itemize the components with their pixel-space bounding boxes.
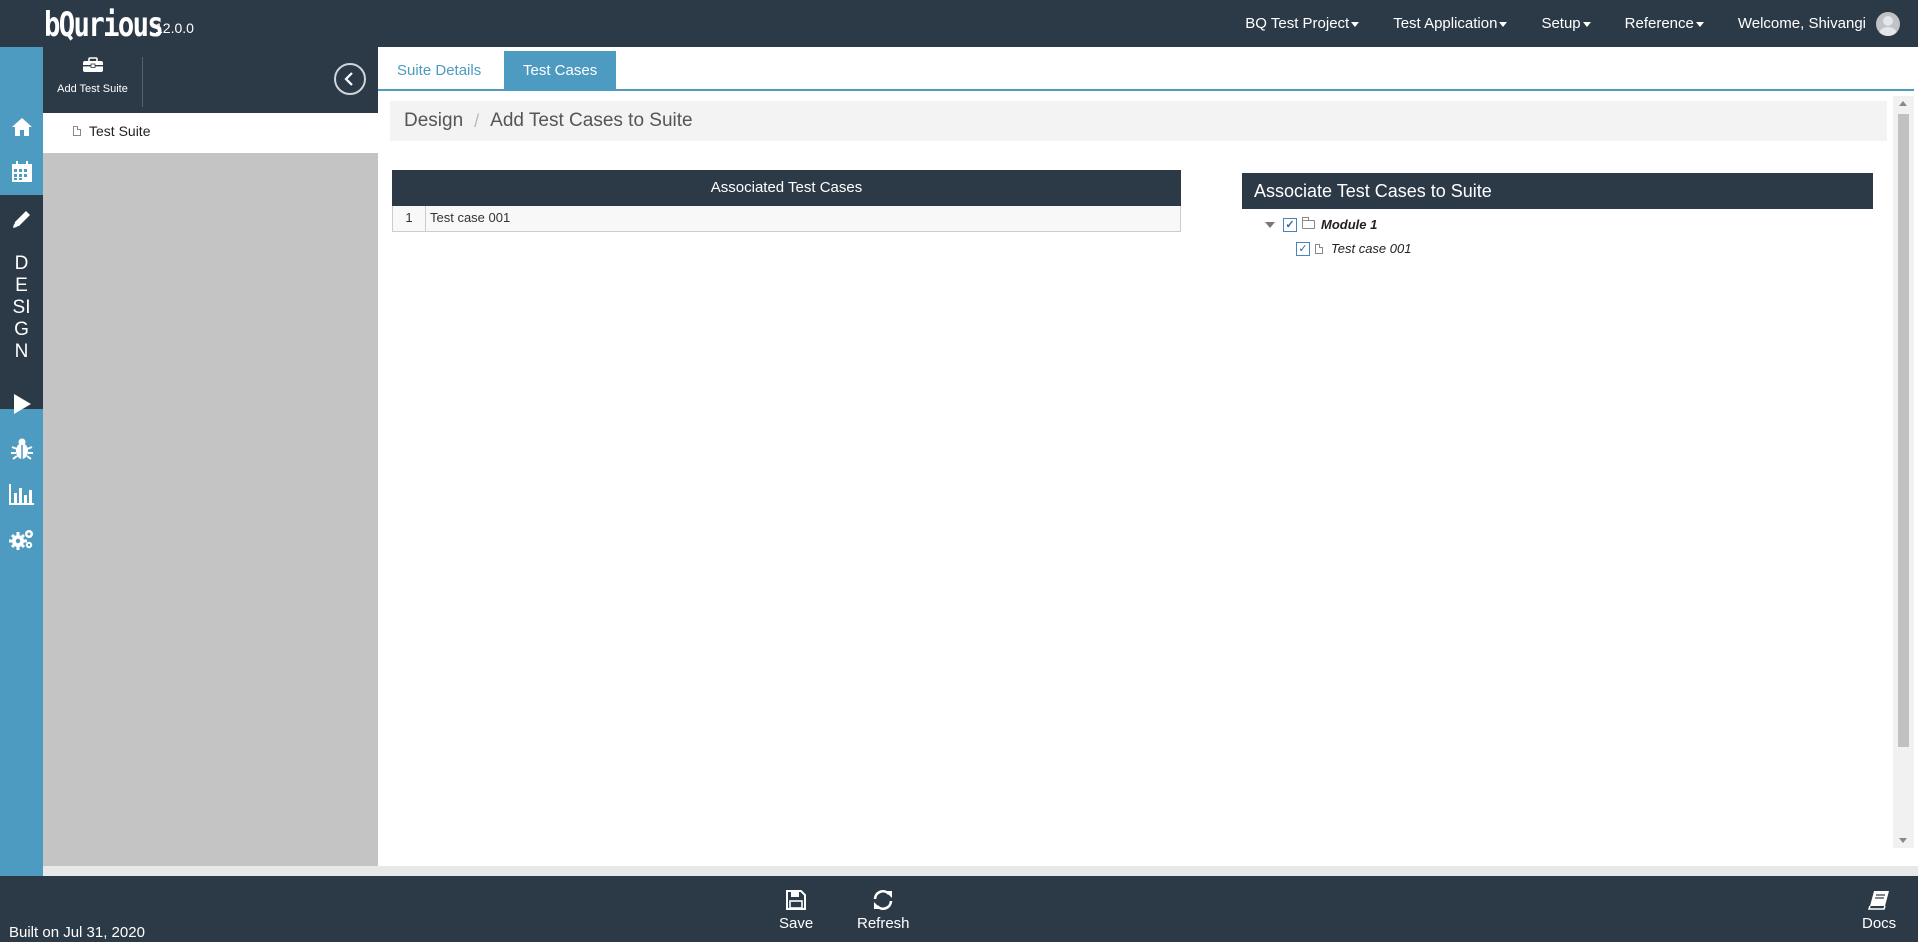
calendar-icon[interactable] — [0, 152, 43, 192]
nav-reference-dropdown[interactable]: Reference — [1625, 15, 1704, 32]
chevron-left-icon — [344, 72, 353, 86]
tree-node-test-case[interactable]: ✓ Test case 001 — [1296, 241, 1411, 256]
file-icon — [1315, 243, 1323, 254]
breadcrumb-separator: / — [474, 110, 480, 131]
nav-setup-label: Setup — [1541, 15, 1581, 32]
breadcrumb: Design / Add Test Cases to Suite — [390, 101, 1887, 141]
associate-test-cases-title: Associate Test Cases to Suite — [1242, 173, 1873, 209]
refresh-icon — [873, 890, 893, 910]
nav-setup-dropdown[interactable]: Setup — [1541, 15, 1591, 32]
associated-test-cases-table: Associated Test Cases 1 Test case 001 — [392, 170, 1181, 232]
save-label: Save — [779, 915, 814, 932]
top-navbar: bQurious 12.0.0 BQ Test Project Test App… — [0, 0, 1918, 47]
associated-test-cases-title: Associated Test Cases — [392, 170, 1181, 206]
app-version: 12.0.0 — [155, 20, 194, 36]
home-icon[interactable] — [0, 107, 43, 147]
floppy-disk-icon — [786, 890, 807, 910]
caret-down-icon — [1499, 21, 1508, 27]
design-letter: E — [15, 275, 28, 296]
sidebar-header: Add Test Suite — [43, 47, 378, 113]
caret-down-icon — [1351, 21, 1360, 27]
scroll-thumb[interactable] — [1898, 114, 1909, 747]
cogs-icon[interactable] — [0, 519, 43, 559]
caret-down-icon — [1582, 21, 1591, 27]
sidebar-tree-panel: Test Suite — [43, 113, 378, 866]
design-letter: G — [14, 319, 29, 340]
docs-label: Docs — [1862, 915, 1897, 932]
test-case-checkbox[interactable]: ✓ — [1296, 241, 1310, 256]
rail-design-section[interactable]: D E SI G N — [0, 195, 43, 409]
tree-item-label: Test Suite — [89, 123, 151, 139]
module-label: Module 1 — [1321, 217, 1378, 232]
nav-application-label: Test Application — [1393, 15, 1498, 32]
nav-application-dropdown[interactable]: Test Application — [1393, 15, 1508, 32]
horizontal-scrollbar[interactable] — [43, 866, 1918, 876]
tab-test-cases[interactable]: Test Cases — [504, 51, 617, 90]
collapse-sidebar-button[interactable] — [334, 63, 366, 95]
refresh-button[interactable]: Refresh — [857, 888, 910, 932]
docs-button[interactable]: Docs — [1862, 888, 1896, 932]
build-date: Built on Jul 31, 2020 — [9, 924, 145, 941]
associate-test-cases-panel: Associate Test Cases to Suite ✓ Module 1… — [1242, 173, 1873, 256]
folder-open-icon — [1302, 217, 1315, 229]
design-letter: SI — [12, 297, 31, 318]
expand-toggle-icon[interactable] — [1265, 221, 1275, 228]
bar-chart-icon[interactable] — [0, 474, 43, 514]
test-case-label: Test case 001 — [1331, 241, 1412, 256]
tab-suite-details[interactable]: Suite Details — [378, 51, 500, 90]
sidebar-tree: Test Suite — [43, 113, 378, 153]
top-nav: BQ Test Project Test Application Setup R… — [1211, 0, 1900, 47]
design-letter: D — [14, 253, 29, 274]
row-number: 1 — [393, 206, 426, 231]
book-icon — [1868, 891, 1890, 910]
breadcrumb-design[interactable]: Design — [404, 110, 463, 132]
caret-down-icon — [1695, 21, 1704, 27]
left-rail: D E SI G N — [0, 47, 43, 876]
design-letter: N — [14, 341, 29, 362]
module-checkbox[interactable]: ✓ — [1283, 217, 1297, 232]
design-label: D E SI G N — [0, 253, 43, 363]
add-test-suite-button[interactable]: Add Test Suite — [43, 57, 143, 107]
avatar-icon — [1876, 11, 1900, 36]
tree-node-module[interactable]: ✓ Module 1 — [1265, 217, 1377, 232]
bug-icon[interactable] — [0, 429, 43, 469]
row-test-case-name: Test case 001 — [430, 210, 511, 225]
scroll-up-arrow-icon[interactable] — [1899, 101, 1907, 106]
vertical-scrollbar[interactable] — [1893, 96, 1914, 848]
breadcrumb-current: Add Test Cases to Suite — [490, 110, 693, 131]
play-icon[interactable] — [0, 384, 43, 424]
table-row[interactable]: 1 Test case 001 — [392, 206, 1181, 232]
footer-bar: Built on Jul 31, 2020 Save Refresh Docs — [0, 876, 1918, 942]
nav-project-dropdown[interactable]: BQ Test Project — [1245, 15, 1360, 32]
nav-project-label: BQ Test Project — [1245, 15, 1350, 32]
app-logo[interactable]: bQurious — [44, 5, 164, 45]
briefcase-icon — [82, 57, 103, 72]
add-test-suite-label: Add Test Suite — [57, 83, 128, 95]
user-menu[interactable]: Welcome, Shivangi — [1737, 11, 1900, 36]
save-button[interactable]: Save — [779, 888, 813, 932]
tab-bar: Suite Details Test Cases — [378, 51, 1914, 91]
refresh-label: Refresh — [857, 915, 910, 932]
welcome-text: Welcome, Shivangi — [1737, 15, 1866, 32]
pencil-icon[interactable] — [0, 199, 43, 239]
scroll-down-arrow-icon[interactable] — [1899, 838, 1907, 843]
tree-item-test-suite[interactable]: Test Suite — [73, 123, 150, 139]
nav-reference-label: Reference — [1624, 15, 1694, 32]
file-icon — [73, 126, 81, 136]
